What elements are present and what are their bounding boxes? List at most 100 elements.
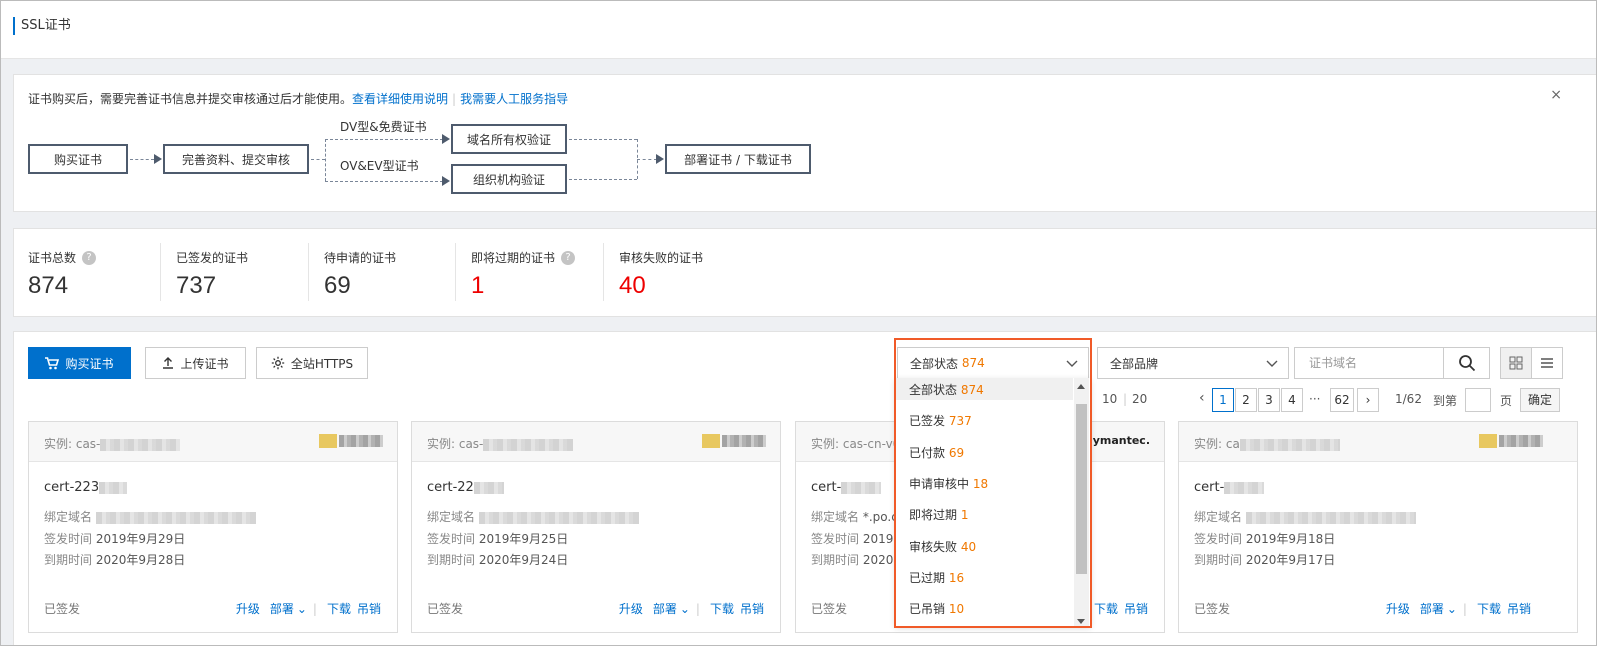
list-icon: [1541, 358, 1553, 368]
upload-icon: [163, 357, 174, 369]
page-ellipsis: ···: [1309, 392, 1321, 406]
stat-value: 737: [176, 272, 217, 299]
card-expire-row: 到期时间 2020年9月17日: [1194, 551, 1335, 568]
divider: [455, 243, 456, 301]
card-status: 已签发: [1194, 602, 1231, 616]
next-page-icon[interactable]: ›: [1357, 388, 1379, 412]
deploy-dropdown[interactable]: 部署: [270, 602, 294, 616]
page-title: SSL证书: [21, 18, 71, 33]
domain-value: *.po.c: [862, 510, 898, 524]
goto-label: 到第: [1433, 394, 1458, 408]
page-1[interactable]: 1: [1212, 388, 1234, 412]
page-header: SSL证书: [1, 1, 1596, 59]
download-link[interactable]: 下载: [710, 602, 734, 616]
page-3[interactable]: 3: [1258, 388, 1280, 412]
grid-view-button[interactable]: [1500, 347, 1532, 379]
flow-connector: [325, 139, 326, 181]
issue-date: 2019年9月29日: [95, 532, 186, 546]
page-unit-label: 页: [1500, 394, 1513, 408]
download-link[interactable]: 下载: [327, 602, 351, 616]
certificate-card[interactable]: 实例: cas- cert-223 绑定域名 签发时间 2019年9月29日 到…: [28, 421, 398, 633]
domain-search-input[interactable]: 证书域名: [1295, 348, 1443, 378]
download-link[interactable]: 下载: [1094, 602, 1118, 616]
brand-logo: [319, 434, 383, 448]
card-instance: 实例: ca: [1194, 435, 1340, 452]
deploy-dropdown[interactable]: 部署: [1420, 602, 1444, 616]
manual-service-link[interactable]: 我需要人工服务指导: [460, 92, 568, 106]
expire-label: 到期时间: [44, 553, 93, 567]
stat-label: 即将过期的证书: [471, 251, 556, 265]
issue-label: 签发时间: [44, 532, 93, 546]
brand-logo: Symantec.: [1084, 434, 1150, 447]
card-cert-name: cert-: [1194, 480, 1265, 495]
upload-certificate-button[interactable]: 上传证书: [145, 347, 246, 379]
arrow-right-icon: [154, 154, 162, 164]
instance-label: 实例: cas-: [427, 437, 484, 451]
card-header: 实例: cas-: [412, 422, 780, 462]
redacted-text: [100, 438, 181, 451]
usage-doc-link[interactable]: 查看详细使用说明: [352, 92, 448, 106]
card-header: 实例: cas-: [29, 422, 397, 462]
page-last[interactable]: 62: [1330, 388, 1354, 412]
grid-icon: [1509, 356, 1523, 370]
notice-text: 证书购买后，需要完善证书信息并提交审核通过后才能使用。: [28, 92, 353, 106]
instance-label: 实例: cas-: [44, 437, 101, 451]
list-view-button[interactable]: [1531, 347, 1563, 379]
goto-page-input[interactable]: [1465, 388, 1491, 412]
prev-page-icon[interactable]: ‹: [1199, 390, 1205, 406]
brand-select-label: 全部品牌: [1110, 356, 1159, 371]
page-4[interactable]: 4: [1281, 388, 1303, 412]
goto-confirm-button[interactable]: 确定: [1520, 388, 1560, 412]
expire-date: 2020: [862, 553, 894, 567]
revoke-link[interactable]: 吊销: [740, 602, 764, 616]
redacted-text: [1245, 511, 1416, 524]
card-domain-row: 绑定域名: [427, 508, 639, 525]
cert-name: cert-22: [427, 480, 474, 495]
brand-logo: [1479, 434, 1543, 448]
certificate-card[interactable]: 实例: ca cert- 绑定域名 签发时间 2019年9月18日 到期时间 2…: [1178, 421, 1578, 633]
issue-date: 2019: [862, 532, 894, 546]
help-icon[interactable]: ?: [82, 250, 97, 265]
flow-step-domain-verify: 域名所有权验证: [451, 124, 567, 154]
card-expire-row: 到期时间 2020年9月28日: [44, 551, 185, 568]
flow-connector: [637, 159, 657, 160]
certificate-card[interactable]: 实例: cas- cert-22 绑定域名 签发时间 2019年9月25日 到期…: [411, 421, 781, 633]
card-cert-name: cert-22: [427, 480, 504, 495]
revoke-link[interactable]: 吊销: [1507, 602, 1531, 616]
card-cert-name: cert-: [811, 480, 882, 495]
page-size-20[interactable]: 20: [1132, 392, 1147, 406]
domain-label: 绑定域名: [44, 510, 93, 524]
action-separator: |: [695, 602, 700, 616]
upgrade-link[interactable]: 升级: [619, 602, 643, 616]
revoke-link[interactable]: 吊销: [357, 602, 381, 616]
redacted-text: [1224, 481, 1265, 494]
stat-value: 40: [619, 272, 646, 299]
search-button[interactable]: [1443, 348, 1489, 378]
revoke-link[interactable]: 吊销: [1124, 602, 1148, 616]
upgrade-link[interactable]: 升级: [236, 602, 260, 616]
card-issue-row: 签发时间 2019: [811, 530, 893, 547]
help-icon[interactable]: ?: [561, 250, 576, 265]
chevron-down-icon[interactable]: ⌄: [1447, 602, 1457, 616]
page-size-10[interactable]: 10: [1102, 392, 1117, 406]
card-status: 已签发: [811, 602, 848, 616]
title-accent-bar: [13, 17, 15, 35]
chevron-down-icon[interactable]: ⌄: [297, 602, 307, 616]
flow-connector: [311, 159, 325, 160]
card-domain-row: 绑定域名 *.po.c: [811, 508, 898, 525]
issue-label: 签发时间: [427, 532, 476, 546]
close-icon[interactable]: ×: [1550, 87, 1562, 103]
download-link[interactable]: 下载: [1477, 602, 1501, 616]
flow-step-org-verify: 组织机构验证: [451, 164, 567, 194]
expire-date: 2020年9月24日: [478, 553, 569, 567]
site-https-button[interactable]: 全站HTTPS: [256, 347, 368, 379]
upgrade-link[interactable]: 升级: [1386, 602, 1410, 616]
link-separator: |: [452, 92, 457, 106]
chevron-down-icon[interactable]: ⌄: [680, 602, 690, 616]
brand-select[interactable]: 全部品牌: [1097, 347, 1289, 379]
stat-label: 待申请的证书: [324, 251, 397, 265]
deploy-dropdown[interactable]: 部署: [653, 602, 677, 616]
card-issue-row: 签发时间 2019年9月29日: [44, 530, 185, 547]
buy-certificate-button[interactable]: 购买证书: [28, 347, 131, 379]
page-2[interactable]: 2: [1235, 388, 1257, 412]
